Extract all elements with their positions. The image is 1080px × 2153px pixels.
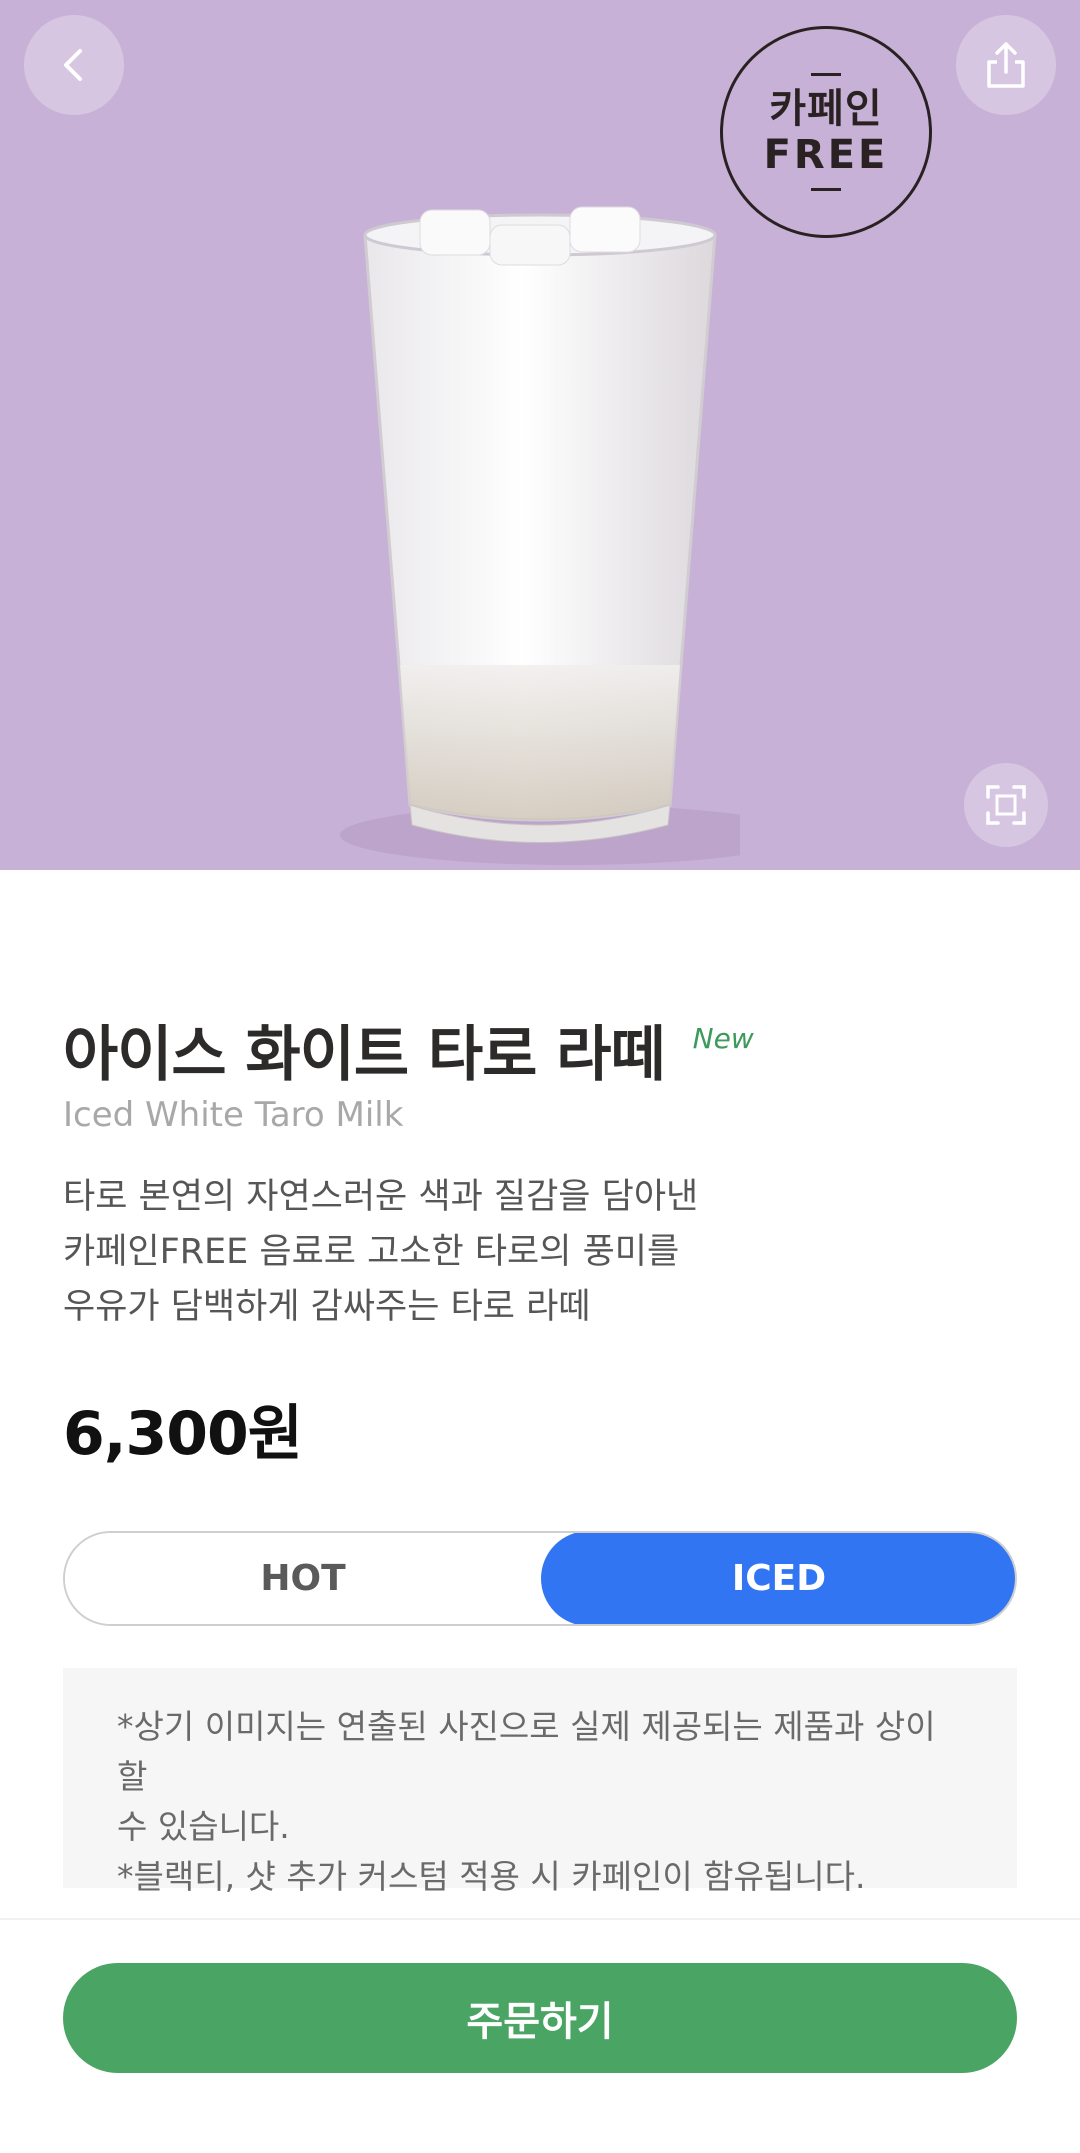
share-icon [987,42,1025,88]
product-description: 타로 본연의 자연스러운 색과 질감을 담아낸 카페인FREE 음료로 고소한 … [63,1170,698,1335]
notice-box: *상기 이미지는 연출된 사진으로 실제 제공되는 제품과 상이할 수 있습니다… [63,1668,1017,1896]
iced-option[interactable]: ICED [541,1533,1015,1624]
divider [0,1918,1080,1920]
chevron-left-icon [64,49,82,81]
product-name-english: Iced White Taro Milk [63,1095,404,1135]
new-badge: New [692,1022,754,1055]
temperature-toggle: HOT ICED [63,1531,1017,1626]
caffeine-free-badge: 카페인 FREE [720,26,932,238]
product-price: 6,300원 [63,1399,303,1469]
description-line: 카페인FREE 음료로 고소한 타로의 풍미를 [63,1232,680,1272]
badge-line-1: 카페인 [769,86,883,132]
product-title-row: 아이스 화이트 타로 라떼 New [63,1010,754,1100]
expand-icon [986,785,1026,825]
product-hero-image: 카페인 FREE [0,0,1080,870]
description-line: 우유가 담백하게 감싸주는 타로 라떼 [63,1287,591,1327]
description-line: 타로 본연의 자연스러운 색과 질감을 담아낸 [63,1177,699,1217]
zoom-button[interactable] [964,763,1048,847]
notice-line: *상기 이미지는 연출된 사진으로 실제 제공되는 제품과 상이할 [117,1707,936,1796]
product-name: 아이스 화이트 타로 라떼 [63,1020,666,1090]
notice-line: 수 있습니다. [117,1807,290,1846]
order-button[interactable]: 주문하기 [63,1963,1017,2073]
share-button[interactable] [956,15,1056,115]
hot-option[interactable]: HOT [65,1533,541,1624]
notice-line: *블랙티, 샷 추가 커스텀 적용 시 카페인이 함유됩니다. [117,1857,866,1896]
badge-line-2: FREE [763,132,889,178]
drink-image [340,206,740,865]
back-button[interactable] [24,15,124,115]
